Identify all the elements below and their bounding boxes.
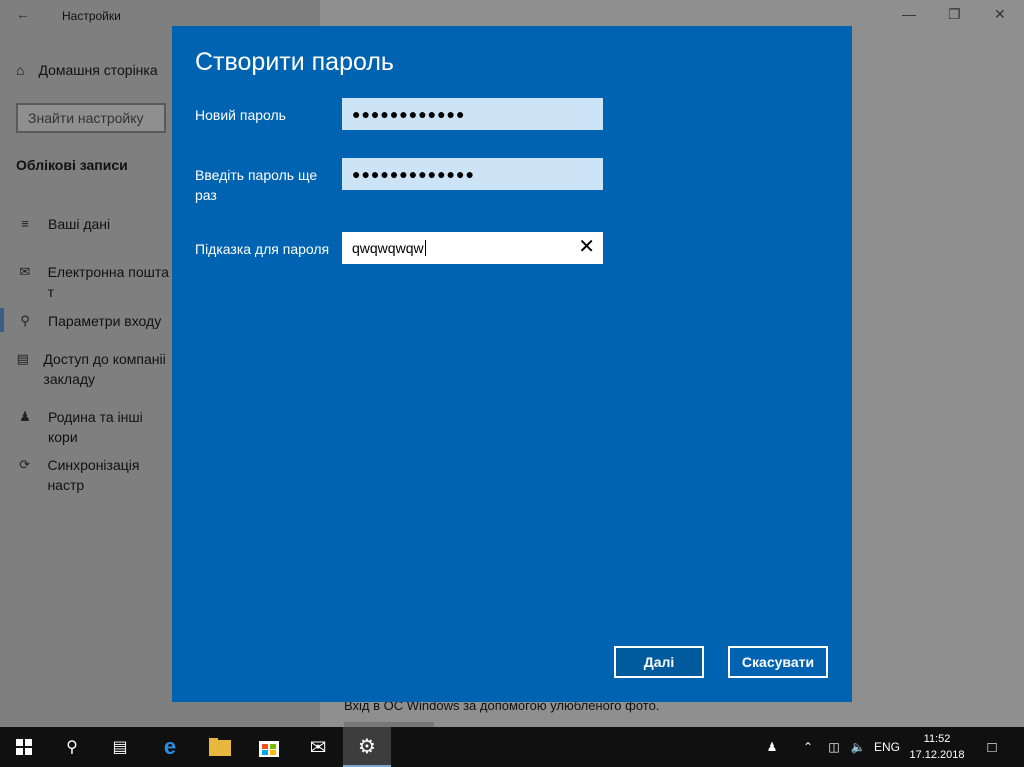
nav-label: Синхронізація настр	[47, 457, 140, 493]
nav-label: Ваші дані	[48, 216, 111, 232]
mail-app-icon[interactable]: ✉	[294, 727, 342, 767]
nav-label: Електронна пошта т	[47, 264, 169, 300]
minimize-icon[interactable]: —	[902, 6, 916, 22]
confirm-password-field[interactable]: ●●●●●●●●●●●●●	[342, 158, 603, 190]
nav-label: Родина та інші кори	[47, 409, 143, 445]
search-input[interactable]	[18, 105, 164, 131]
password-hint-field[interactable]: qwqwqwqw ✕	[342, 232, 603, 264]
volume-icon[interactable]: 🔈	[848, 727, 868, 767]
password-hint-label: Підказка для пароля	[195, 241, 330, 257]
home-link[interactable]: ⌂ Домашня сторінка	[16, 62, 158, 78]
start-button[interactable]	[0, 727, 48, 767]
task-view-icon[interactable]: ▤	[96, 727, 144, 767]
text-caret	[424, 240, 426, 256]
search-box[interactable]	[16, 103, 166, 133]
confirm-password-mask: ●●●●●●●●●●●●●	[352, 166, 475, 182]
nav-item-family[interactable]: ♟ Родина та інші кори	[16, 407, 176, 447]
clock[interactable]: 11:52 17.12.2018	[906, 731, 968, 763]
password-hint-value: qwqwqwqw	[352, 240, 424, 256]
home-label: Домашня сторінка	[38, 62, 158, 78]
new-password-field[interactable]: ●●●●●●●●●●●●	[342, 98, 603, 130]
confirm-password-label: Введіть пароль ще раз	[195, 167, 318, 203]
nav-item-sign-in-options[interactable]: ⚲ Параметри входу	[16, 311, 176, 331]
windows-logo-icon	[16, 739, 32, 755]
clear-text-icon[interactable]: ✕	[578, 236, 595, 258]
network-icon[interactable]: ◫	[824, 727, 844, 767]
window-title: Настройки	[62, 9, 121, 23]
nav-label: Доступ до компаніі закладу	[43, 351, 166, 387]
home-icon: ⌂	[16, 62, 25, 78]
briefcase-icon: ▤	[16, 351, 29, 366]
new-password-mask: ●●●●●●●●●●●●	[352, 106, 466, 122]
nav-item-work-access[interactable]: ▤ Доступ до компаніі закладу	[16, 349, 176, 389]
close-icon[interactable]: ✕	[994, 6, 1006, 23]
person-card-icon: ≡	[21, 216, 29, 231]
time: 11:52	[923, 733, 951, 745]
nav-label: Параметри входу	[48, 313, 162, 329]
language-indicator[interactable]: ENG	[874, 727, 900, 767]
key-icon: ⚲	[20, 313, 30, 328]
action-center-icon[interactable]: □	[982, 727, 1002, 767]
nav-item-your-info[interactable]: ≡ Ваші дані	[16, 214, 176, 234]
date: 17.12.2018	[909, 749, 965, 761]
store-icon[interactable]	[245, 727, 293, 767]
back-arrow-icon[interactable]: ←	[16, 6, 30, 22]
cancel-button[interactable]: Скасувати	[728, 646, 828, 678]
next-button[interactable]: Далі	[614, 646, 704, 678]
dialog-title: Створити пароль	[195, 48, 394, 76]
settings-gear-icon[interactable]: ⚙	[343, 727, 391, 767]
people-icon: ♟	[19, 409, 31, 424]
new-password-label: Новий пароль	[195, 107, 286, 123]
section-title: Облікові записи	[16, 157, 128, 173]
taskbar: ⚲ ▤ e ✉ ⚙ ♟ ⌃ ◫ 🔈 ENG 11:52 17.12.2018 □	[0, 727, 1024, 767]
chevron-up-icon[interactable]: ⌃	[798, 727, 818, 767]
nav-item-sync[interactable]: ⟳ Синхронізація настр	[16, 455, 176, 495]
create-password-dialog: Створити пароль Новий пароль ●●●●●●●●●●●…	[172, 26, 852, 702]
file-explorer-icon[interactable]	[196, 727, 244, 767]
mail-icon: ✉	[19, 264, 31, 279]
sync-icon: ⟳	[19, 457, 31, 472]
edge-browser-icon[interactable]: e	[146, 727, 194, 767]
active-indicator	[0, 308, 4, 332]
restore-icon[interactable]: ❐	[948, 6, 961, 23]
people-tray-icon[interactable]: ♟	[762, 727, 782, 767]
nav-item-email[interactable]: ✉ Електронна пошта т	[16, 262, 176, 302]
search-icon[interactable]: ⚲	[48, 727, 96, 767]
